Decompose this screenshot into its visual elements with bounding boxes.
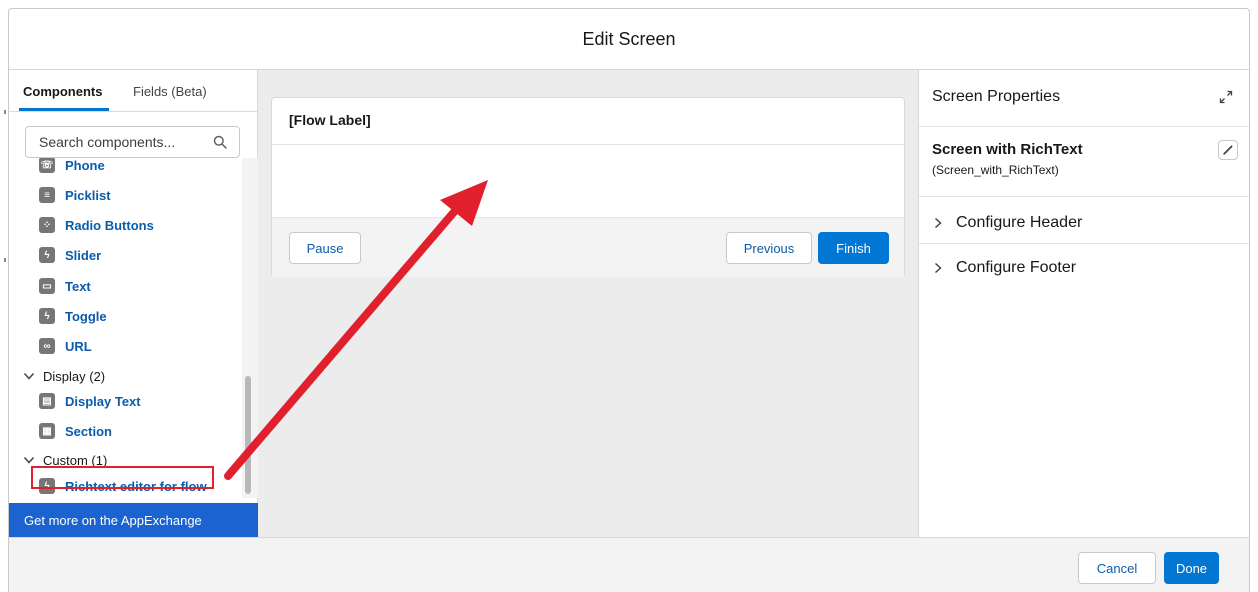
chevron-down-icon — [23, 372, 35, 380]
component-display-text[interactable]: ▤ Display Text — [39, 390, 141, 412]
chevron-right-icon — [934, 217, 942, 229]
properties-title: Screen Properties — [932, 88, 1061, 105]
component-phone[interactable]: ☏ Phone — [39, 158, 105, 176]
tab-fields-beta[interactable]: Fields (Beta) — [133, 84, 207, 99]
screen-name: Screen with RichText — [932, 141, 1083, 158]
screen-preview-card[interactable]: [Flow Label] Pause Previous Finish — [271, 97, 905, 277]
modal-header: Edit Screen — [9, 9, 1249, 70]
edit-screen-modal: Edit Screen Components Fields (Beta) Sea… — [8, 8, 1250, 592]
finish-label: Finish — [836, 240, 871, 256]
screen-api-name: (Screen_with_RichText) — [932, 163, 1059, 177]
annotation-highlight-box — [31, 466, 214, 489]
component-label: Phone — [65, 158, 105, 173]
previous-label: Previous — [743, 240, 795, 256]
component-toggle[interactable]: ϟ Toggle — [39, 305, 107, 327]
divider — [919, 243, 1249, 244]
accordion-label: Configure Footer — [956, 259, 1077, 276]
component-label: Display Text — [65, 393, 141, 409]
component-label: Text — [65, 278, 91, 294]
configure-header-accordion[interactable]: Configure Header — [932, 211, 1082, 235]
pause-button[interactable]: Pause — [289, 232, 361, 264]
component-label: Picklist — [65, 187, 111, 203]
finish-button[interactable]: Finish — [818, 232, 889, 264]
appexchange-link[interactable]: Get more on the AppExchange — [9, 503, 258, 537]
flow-label: [Flow Label] — [289, 112, 371, 128]
picklist-icon: ≡ — [39, 187, 55, 203]
chevron-right-icon — [934, 262, 942, 274]
component-slider[interactable]: ϟ Slider — [39, 244, 101, 266]
section-icon: ▦ — [39, 423, 55, 439]
chevron-down-icon — [23, 456, 35, 464]
scrollbar-thumb[interactable] — [245, 376, 251, 494]
search-placeholder: Search components... — [39, 134, 176, 150]
component-label: URL — [65, 338, 92, 354]
screen-footer: Pause Previous Finish — [272, 217, 904, 277]
tab-components[interactable]: Components — [23, 84, 102, 99]
lightning-bolt-icon: ϟ — [39, 247, 55, 263]
component-label: Radio Buttons — [65, 217, 154, 233]
accordion-label: Configure Header — [956, 214, 1083, 231]
pencil-icon — [1223, 145, 1233, 155]
link-icon: ∞ — [39, 338, 55, 354]
divider — [919, 126, 1249, 127]
section-display[interactable]: Display (2) — [23, 365, 105, 387]
page-left-edge — [0, 0, 8, 592]
divider — [919, 196, 1249, 197]
text-field-icon: ▭ — [39, 278, 55, 294]
edit-button[interactable] — [1218, 140, 1238, 160]
component-url[interactable]: ∞ URL — [39, 335, 92, 357]
lightning-bolt-icon: ϟ — [39, 308, 55, 324]
phone-icon: ☏ — [39, 158, 55, 173]
cancel-label: Cancel — [1096, 560, 1138, 576]
done-button[interactable]: Done — [1164, 552, 1219, 584]
screen-properties-panel: Screen Properties Screen with RichText (… — [918, 70, 1249, 537]
edge-mark — [4, 110, 6, 114]
divider — [272, 144, 904, 145]
section-label: Display (2) — [43, 368, 106, 384]
screen-canvas: [Flow Label] Pause Previous Finish — [258, 70, 918, 537]
pause-label: Pause — [306, 240, 344, 256]
component-text[interactable]: ▭ Text — [39, 275, 91, 297]
component-radio-buttons[interactable]: ⁘ Radio Buttons — [39, 214, 154, 236]
modal-footer: Cancel Done — [9, 537, 1249, 592]
done-label: Done — [1175, 560, 1208, 576]
component-section[interactable]: ▦ Section — [39, 420, 112, 442]
modal-title: Edit Screen — [582, 28, 676, 49]
edge-mark — [4, 258, 6, 262]
component-label: Slider — [65, 247, 102, 263]
previous-button[interactable]: Previous — [726, 232, 812, 264]
radio-buttons-icon: ⁘ — [39, 217, 55, 233]
component-label: Section — [65, 423, 112, 439]
configure-footer-accordion[interactable]: Configure Footer — [932, 256, 1076, 280]
expand-icon[interactable] — [1219, 90, 1233, 104]
component-label: Toggle — [65, 308, 107, 324]
display-text-icon: ▤ — [39, 393, 55, 409]
search-icon — [213, 135, 227, 149]
component-picklist[interactable]: ≡ Picklist — [39, 184, 111, 206]
active-tab-indicator — [19, 108, 109, 111]
appexchange-label: Get more on the AppExchange — [24, 512, 202, 528]
panel-tabs: Components Fields (Beta) — [9, 70, 257, 112]
cancel-button[interactable]: Cancel — [1078, 552, 1156, 584]
search-input[interactable]: Search components... — [25, 126, 240, 158]
components-list: ☏ Phone ≡ Picklist ⁘ Radio Buttons ϟ Sli… — [9, 158, 242, 498]
